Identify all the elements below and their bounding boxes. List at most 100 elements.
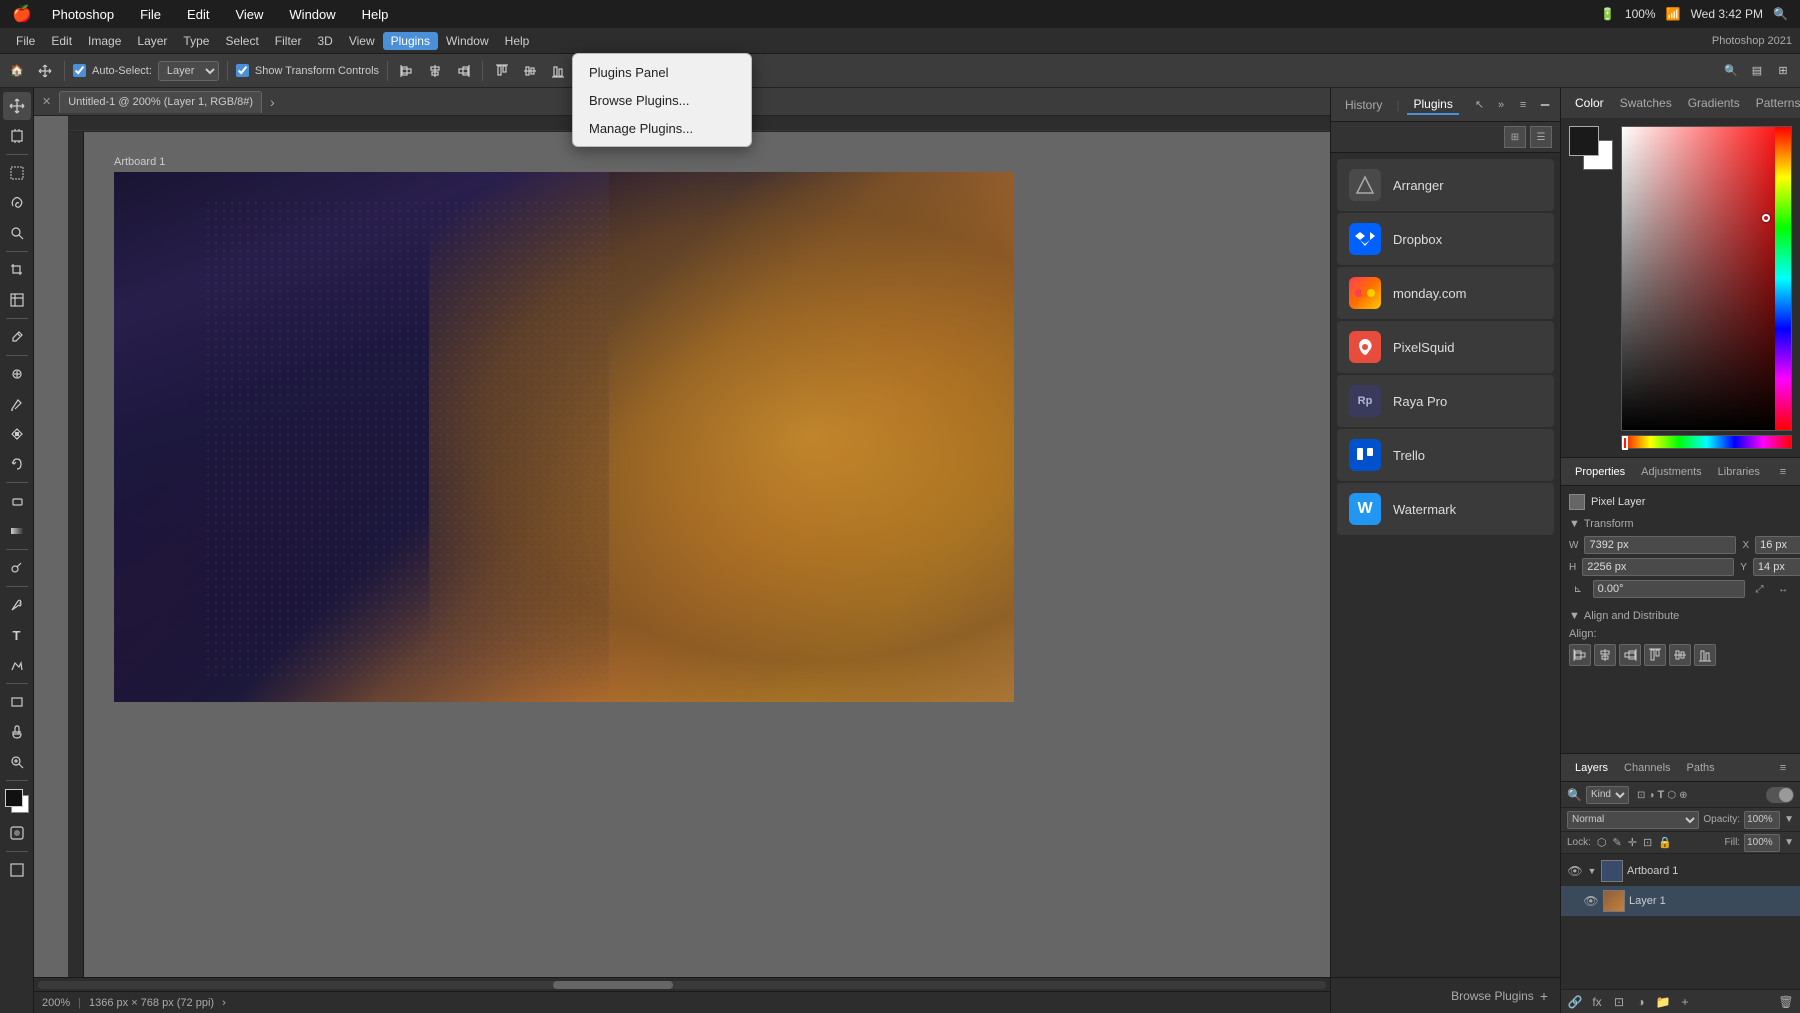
ps-layer-menu[interactable]: Layer — [129, 32, 175, 50]
link-layers-btn[interactable]: 🔗 — [1565, 992, 1585, 1012]
layer1-visibility-icon[interactable]: 👁 — [1583, 893, 1599, 909]
transform-section-header[interactable]: ▼ Transform — [1569, 518, 1792, 530]
filter-adj-icon[interactable]: ◑ — [1648, 790, 1654, 801]
lock-pixels-icon[interactable]: ⬡ — [1597, 836, 1607, 849]
plugin-pixelsquid[interactable]: PixelSquid — [1337, 321, 1554, 373]
dropdown-plugins-panel[interactable]: Plugins Panel — [573, 58, 751, 86]
status-arrow[interactable]: › — [222, 997, 226, 1009]
ps-type-menu[interactable]: Type — [175, 32, 217, 50]
dropdown-browse-plugins[interactable]: Browse Plugins... — [573, 86, 751, 114]
libraries-tab[interactable]: Libraries — [1712, 464, 1766, 480]
align-section-header[interactable]: ▼ Align and Distribute — [1569, 610, 1792, 622]
fg-color-swatch[interactable] — [1569, 126, 1599, 156]
paths-tab[interactable]: Paths — [1681, 760, 1721, 776]
fg-bg-swatches[interactable] — [1569, 126, 1613, 170]
hscroll-thumb[interactable] — [553, 981, 673, 989]
align-right-btn[interactable] — [1619, 644, 1641, 666]
y-field[interactable] — [1753, 558, 1800, 576]
mac-view-menu[interactable]: View — [229, 5, 269, 24]
move-tool[interactable] — [3, 92, 31, 120]
align-centers-v-btn[interactable] — [519, 60, 541, 82]
ps-image-menu[interactable]: Image — [80, 32, 129, 50]
mac-file-menu[interactable]: File — [134, 5, 167, 24]
mac-window-menu[interactable]: Window — [283, 5, 341, 24]
layers-panel-menu-icon[interactable]: ≡ — [1774, 759, 1792, 777]
gradient-tool[interactable] — [3, 517, 31, 545]
layer-item-layer1[interactable]: 👁 Layer 1 — [1561, 886, 1800, 916]
hue-slider-handle[interactable] — [1622, 436, 1628, 450]
ps-file-menu[interactable]: File — [8, 32, 43, 50]
canvas-hscroll[interactable] — [34, 977, 1330, 991]
align-top-edges-btn[interactable] — [491, 60, 513, 82]
patterns-tab[interactable]: Patterns — [1750, 94, 1800, 112]
color-picker-handle[interactable] — [1762, 214, 1770, 222]
gradients-tab[interactable]: Gradients — [1682, 94, 1746, 112]
ps-view-menu[interactable]: View — [341, 32, 383, 50]
eyedropper-tool[interactable] — [3, 323, 31, 351]
dropdown-manage-plugins[interactable]: Manage Plugins... — [573, 114, 751, 142]
h-field[interactable] — [1582, 558, 1734, 576]
align-top-btn[interactable] — [1644, 644, 1666, 666]
new-layer-btn[interactable]: + — [1675, 992, 1695, 1012]
lock-position-icon[interactable]: ✛ — [1628, 836, 1637, 849]
lock-artboard-icon[interactable]: ⊡ — [1643, 836, 1652, 849]
w-field[interactable] — [1584, 536, 1736, 554]
history-brush-tool[interactable] — [3, 450, 31, 478]
rectangle-tool[interactable] — [3, 688, 31, 716]
align-bottom-btn[interactable] — [1694, 644, 1716, 666]
mac-edit-menu[interactable]: Edit — [181, 5, 215, 24]
filter-type-icon[interactable]: 🔍 — [1567, 788, 1582, 802]
filter-pixel-icon[interactable]: ⊡ — [1637, 790, 1645, 801]
frame-tool[interactable] — [3, 286, 31, 314]
props-panel-menu-icon[interactable]: ≡ — [1774, 463, 1792, 481]
text-tool[interactable]: T — [3, 621, 31, 649]
artboard1-visibility-icon[interactable]: 👁 — [1567, 863, 1583, 879]
align-middle-btn[interactable] — [1669, 644, 1691, 666]
plugin-panel-list-icon[interactable]: ☰ — [1530, 126, 1552, 148]
auto-select-checkbox[interactable] — [73, 64, 86, 77]
x-field[interactable] — [1755, 536, 1800, 554]
layers-tab[interactable]: Layers — [1569, 760, 1614, 776]
fill-field[interactable] — [1744, 834, 1780, 852]
add-mask-btn[interactable]: ⊡ — [1609, 992, 1629, 1012]
filter-shape-icon[interactable]: ⬡ — [1667, 790, 1676, 801]
screen-mode-btn[interactable] — [3, 856, 31, 884]
filter-toggle[interactable] — [1766, 787, 1794, 803]
tab-close-icon[interactable]: ✕ — [42, 95, 51, 108]
browse-plugins-row[interactable]: Browse Plugins + — [1331, 977, 1560, 1013]
ps-select-menu[interactable]: Select — [217, 32, 266, 50]
plugin-trello[interactable]: Trello — [1337, 429, 1554, 481]
dodge-tool[interactable] — [3, 554, 31, 582]
ps-3d-menu[interactable]: 3D — [309, 32, 340, 50]
add-fx-btn[interactable]: fx — [1587, 992, 1607, 1012]
align-right-edges-btn[interactable] — [452, 60, 474, 82]
plugin-panel-grid-icon[interactable]: ⊞ — [1504, 126, 1526, 148]
clone-stamp-tool[interactable] — [3, 420, 31, 448]
expand-btn[interactable]: ⊞ — [1772, 60, 1794, 82]
panel-close-panel-icon[interactable]: 🗕 — [1536, 96, 1554, 114]
plugin-watermark[interactable]: W Watermark — [1337, 483, 1554, 535]
hscroll-track[interactable] — [38, 981, 1326, 989]
opacity-field[interactable] — [1744, 811, 1780, 829]
artboard-tool[interactable] — [3, 122, 31, 150]
ps-filter-menu[interactable]: Filter — [267, 32, 310, 50]
link-icon[interactable]: ⤢ — [1751, 580, 1769, 598]
show-transform-checkbox[interactable] — [236, 64, 249, 77]
path-selection-tool[interactable] — [3, 651, 31, 679]
plugin-monday[interactable]: monday.com — [1337, 267, 1554, 319]
adjustments-tab[interactable]: Adjustments — [1635, 464, 1708, 480]
layer-item-artboard1[interactable]: 👁 ▼ Artboard 1 — [1561, 856, 1800, 886]
new-fill-adj-btn[interactable]: ◑ — [1631, 992, 1651, 1012]
properties-tab[interactable]: Properties — [1569, 464, 1631, 480]
channels-tab[interactable]: Channels — [1618, 760, 1676, 776]
pen-tool[interactable] — [3, 591, 31, 619]
plugin-dropbox[interactable]: Dropbox — [1337, 213, 1554, 265]
delete-layer-btn[interactable]: 🗑 — [1776, 992, 1796, 1012]
home-icon[interactable]: 🏠 — [6, 60, 28, 82]
eraser-tool[interactable] — [3, 487, 31, 515]
fill-arrow[interactable]: ▼ — [1784, 837, 1794, 848]
lock-brush-icon[interactable]: ✎ — [1613, 836, 1622, 849]
align-left-edges-btn[interactable] — [396, 60, 418, 82]
lock-all-icon[interactable]: 🔒 — [1658, 836, 1672, 849]
align-left-btn[interactable] — [1569, 644, 1591, 666]
